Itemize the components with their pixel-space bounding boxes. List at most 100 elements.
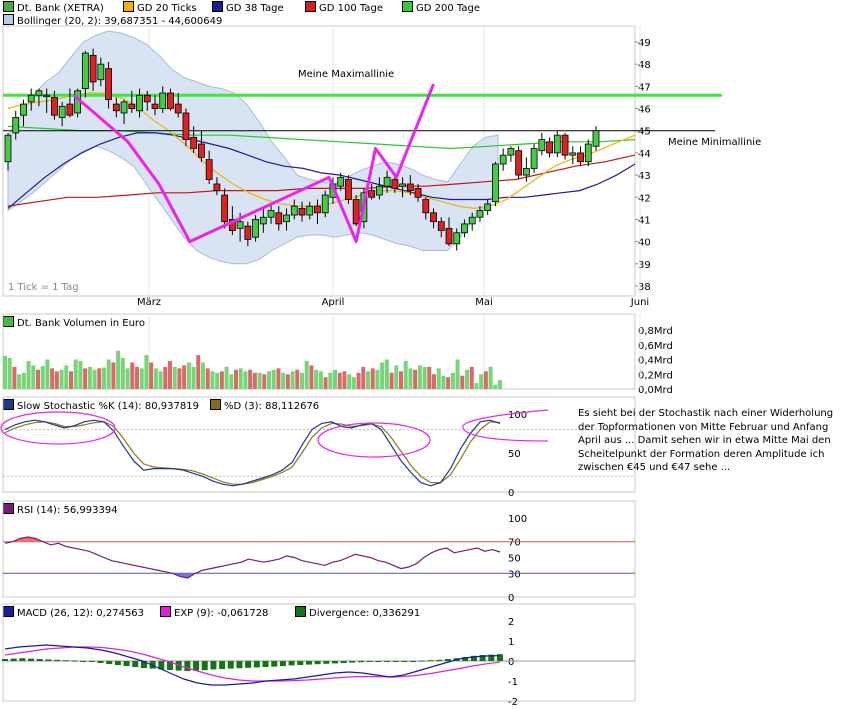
divergence-bar (340, 661, 347, 663)
volume-tick-label: 0,2Mrd (638, 370, 673, 381)
volume-bar (290, 371, 295, 389)
candle-body (430, 212, 437, 223)
volume-bar (135, 366, 139, 389)
candle-body (515, 150, 523, 176)
volume-bar (54, 371, 59, 389)
divergence-bar (28, 658, 35, 661)
rsi-tick-label: 70 (508, 538, 521, 549)
divergence-bar (305, 661, 312, 665)
volume-bar (191, 366, 196, 389)
volume-bar (427, 366, 432, 389)
volume-bar (12, 366, 17, 389)
volume-bar (323, 377, 328, 389)
volume-bar (248, 369, 253, 389)
volume-bar (149, 362, 154, 389)
divergence-bar (45, 659, 52, 661)
divergence-bar (201, 661, 208, 671)
candle-body (198, 143, 205, 158)
candle-body (375, 185, 383, 196)
candle-body (337, 176, 345, 187)
macd-tick-label: 0 (508, 657, 514, 668)
divergence-bar (384, 661, 391, 662)
candle-body (51, 97, 58, 116)
candle-body (221, 194, 229, 223)
candle-body (298, 207, 306, 216)
volume-bar (116, 350, 121, 389)
volume-bar (300, 372, 304, 389)
volume-bar (64, 365, 69, 389)
rsi-tick-label: 0 (508, 593, 514, 604)
chart-canvas: 383940414243444546474849März April Mai Juni… (0, 25, 722, 708)
candle-body (584, 143, 592, 163)
candle-body (538, 139, 546, 152)
volume-tick-label: 0,6Mrd (638, 341, 673, 352)
volume-bar (163, 366, 168, 389)
macd-tick-label: 2 (508, 617, 514, 628)
volume-bar (380, 362, 385, 389)
divergence-bar (288, 661, 295, 666)
volume-bar (111, 362, 116, 389)
volume-bar (309, 365, 314, 389)
candle-body (592, 130, 600, 147)
candle-body (437, 221, 445, 231)
candle-body (20, 103, 27, 116)
volume-bar (375, 369, 380, 389)
divergence-bar (427, 660, 434, 662)
divergence-bar (418, 660, 425, 662)
divergence-bar (193, 661, 200, 671)
divergence-bar (123, 661, 130, 666)
volume-bar (271, 369, 276, 389)
candle-body (468, 216, 476, 225)
volume-bar (3, 355, 7, 389)
candle-body (159, 92, 167, 109)
volume-bar (417, 365, 422, 389)
divergence-bar (349, 661, 356, 663)
volume-bar (455, 359, 460, 389)
volume-bar (351, 377, 356, 389)
x-tick-label: Mai (475, 297, 493, 308)
divergence-bar (332, 661, 338, 664)
tick-note: 1 Tick = 1 Tag (8, 282, 79, 293)
volume-bar (177, 368, 182, 389)
divergence-bar (271, 661, 278, 667)
candle-body (314, 205, 321, 214)
divergence-bar (106, 661, 113, 664)
candle-body (569, 152, 577, 156)
candle-body (275, 212, 283, 225)
candle-body (522, 168, 530, 176)
candle-body (445, 227, 453, 245)
volume-bar (318, 371, 323, 389)
candle-body (167, 92, 174, 109)
volume-bar (446, 377, 451, 389)
volume-bar (172, 366, 177, 389)
volume-bar (347, 374, 352, 389)
stoch-top-ellipse (0, 411, 116, 445)
divergence-bar (314, 661, 321, 665)
candle-body (27, 94, 35, 103)
candle-body (546, 141, 553, 154)
volume-bar (73, 359, 78, 389)
volume-bar (21, 372, 26, 389)
volume-bar (384, 359, 389, 389)
divergence-bar (392, 661, 399, 662)
volume-bar (488, 366, 493, 389)
divergence-bar (401, 661, 408, 662)
volume-bar (130, 362, 135, 389)
candle-body (112, 103, 120, 112)
candle-body (492, 163, 499, 203)
volume-bar (59, 369, 64, 389)
candle-body (259, 216, 267, 225)
volume-bar (201, 362, 205, 389)
rsi-tick-label: 30 (508, 569, 521, 580)
volume-bar (262, 374, 267, 389)
volume-bar (26, 360, 31, 389)
candle-body (213, 183, 221, 192)
volume-bar (465, 369, 469, 389)
volume-bar (493, 384, 498, 389)
candle-body (43, 94, 51, 98)
candle-body (136, 94, 143, 112)
volume-bar (87, 366, 92, 389)
volume-bar (31, 365, 36, 389)
candle-body (306, 205, 314, 216)
divergence-bar (54, 659, 61, 661)
